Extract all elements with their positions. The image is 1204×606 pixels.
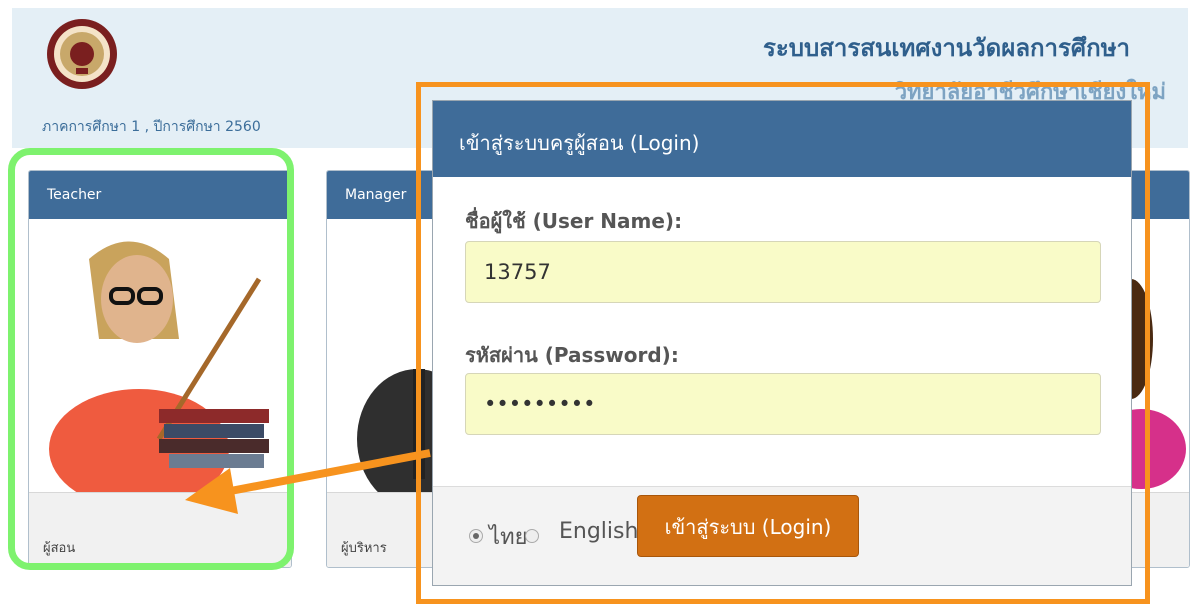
system-title: ระบบสารสนเทศงานวัดผลการศึกษา (763, 34, 1130, 62)
lang-english-radio[interactable] (525, 529, 539, 543)
username-label: ชื่อผู้ใช้ (User Name): (465, 209, 683, 233)
login-button[interactable]: เข้าสู่ระบบ (Login) (637, 495, 859, 557)
login-dialog-header: เข้าสู่ระบบครูผู้สอน (Login) (433, 101, 1131, 177)
vocational-seal-icon (47, 19, 117, 89)
term-text: ภาคการศึกษา 1 , ปีการศึกษา 2560 (42, 119, 261, 135)
password-label: รหัสผ่าน (Password): (465, 343, 679, 367)
login-dialog-title: เข้าสู่ระบบครูผู้สอน (Login) (459, 131, 700, 155)
lang-english-label: English (559, 519, 639, 544)
manager-card-label: ผู้บริหาร (341, 541, 387, 556)
lang-thai-label: ไทย (489, 525, 528, 550)
lang-thai-radio[interactable] (469, 529, 483, 543)
password-input[interactable]: ••••••••• (465, 373, 1101, 435)
username-input[interactable]: 13757 (465, 241, 1101, 303)
pointer-arrow-icon (185, 449, 431, 514)
login-dialog: เข้าสู่ระบบครูผู้สอน (Login) ชื่อผู้ใช้ … (432, 100, 1132, 586)
login-dialog-footer: ไทย English เข้าสู่ระบบ (Login) (433, 486, 1131, 585)
